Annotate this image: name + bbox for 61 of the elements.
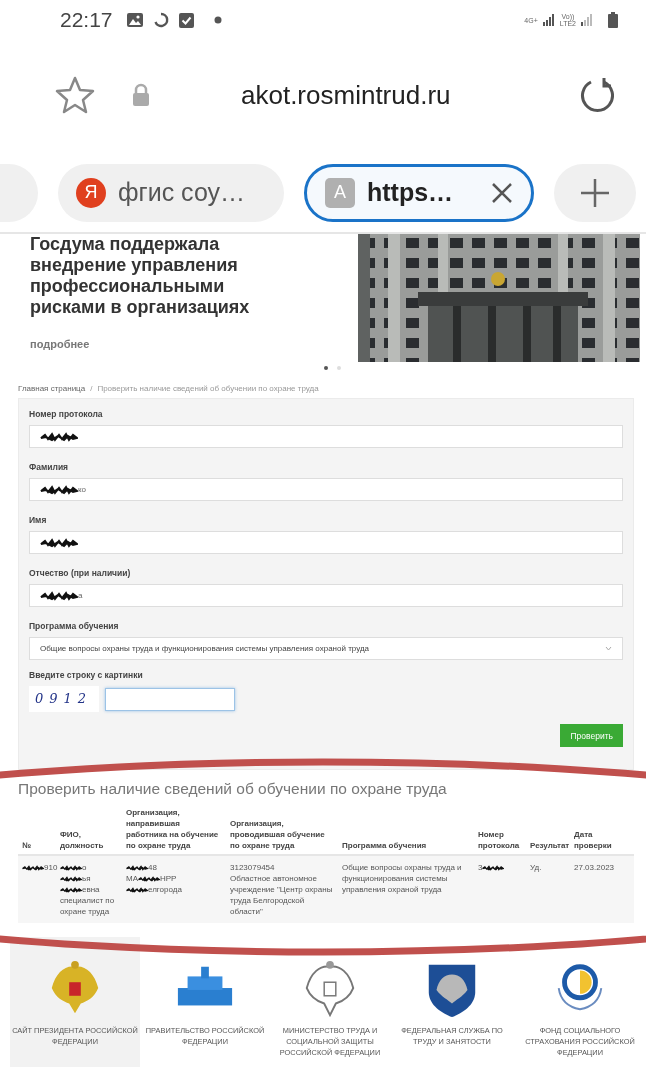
cell-text: специалист по охране труда <box>60 895 116 917</box>
cell-text: о <box>82 863 87 872</box>
input-field[interactable] <box>29 425 623 448</box>
captcha-image: 0912 <box>29 686 99 712</box>
cell-text: елгорода <box>148 885 182 894</box>
slide-dot[interactable] <box>337 366 341 370</box>
signal-icon <box>581 14 593 26</box>
tab-title: фгис соу… <box>118 178 245 207</box>
cell-text: евна <box>82 885 100 894</box>
input-field[interactable]: ко <box>29 478 623 501</box>
captcha-input[interactable] <box>105 687 235 711</box>
notification-dot-icon <box>213 16 222 24</box>
select-field[interactable]: Общие вопросы охраны труда и функционирования системы управления охраной труда <box>29 637 623 660</box>
favicon-icon: Я <box>76 177 106 208</box>
cell-text: 3123079454 <box>230 862 276 873</box>
input-field[interactable] <box>29 531 623 554</box>
redaction-scribble <box>40 537 78 548</box>
favicon-icon: A <box>325 177 355 208</box>
breadcrumb-separator: / <box>90 384 93 393</box>
cell-text: МА <box>126 874 138 883</box>
reload-icon <box>580 76 616 114</box>
signal-icon <box>542 14 555 26</box>
star-icon <box>55 76 95 114</box>
input-field[interactable]: а <box>29 584 623 607</box>
redaction-scribble <box>40 484 78 495</box>
news-headline: Госдума поддержала внедрение управления профессиональными рисками в организациях <box>30 234 251 318</box>
cell-text: 910 <box>44 863 58 872</box>
image-icon <box>126 13 143 27</box>
breadcrumb-item: Проверить наличие сведений об обучении по охране труда <box>97 384 319 393</box>
checkbox-icon <box>178 12 194 28</box>
breadcrumb-item[interactable]: Главная страница <box>18 384 86 393</box>
field-label: Введите строку с картинки <box>29 670 143 680</box>
field-label: Программа обучения <box>29 621 119 631</box>
cell-text: Общие вопросы охраны труда и функционирования системы управления охраной труда <box>342 862 463 895</box>
plus-icon <box>580 177 610 208</box>
cell-text: ья <box>82 874 91 883</box>
slide-dot[interactable] <box>324 366 328 370</box>
battery-icon <box>608 12 618 28</box>
field-label: Фамилия <box>29 462 69 472</box>
cell-text: Уд. <box>530 862 543 873</box>
lock-icon <box>131 83 151 107</box>
sync-icon <box>152 12 169 28</box>
redaction-scribble <box>40 590 78 601</box>
url-text[interactable]: akot.rosmintrud.ru <box>241 79 580 111</box>
cell-text: НРР <box>160 874 177 883</box>
field-label: Номер протокола <box>29 409 103 419</box>
redaction-scribble <box>40 431 78 442</box>
tab-title: https… <box>367 178 454 207</box>
field-label: Отчество (при наличии) <box>29 568 131 578</box>
cell-text: 48 <box>148 863 157 872</box>
more-link[interactable]: подробнее <box>30 338 90 350</box>
browser-tab[interactable]: A https… <box>304 163 534 222</box>
field-label: Имя <box>29 515 47 525</box>
browser-tab[interactable]: Я фгис соу… <box>58 163 284 222</box>
cell-text: Областное автономное учреждение "Центр охраны труда Белгородской области" <box>230 873 334 917</box>
clock-time: 22:17 <box>60 8 113 32</box>
close-icon <box>491 181 513 204</box>
results-title: Проверить наличие сведений об обучении по охране труда <box>18 780 448 798</box>
cell-text: 27.03.2023 <box>574 862 616 873</box>
chevron-down-icon <box>605 646 612 651</box>
cell-text: 3 <box>478 863 483 872</box>
